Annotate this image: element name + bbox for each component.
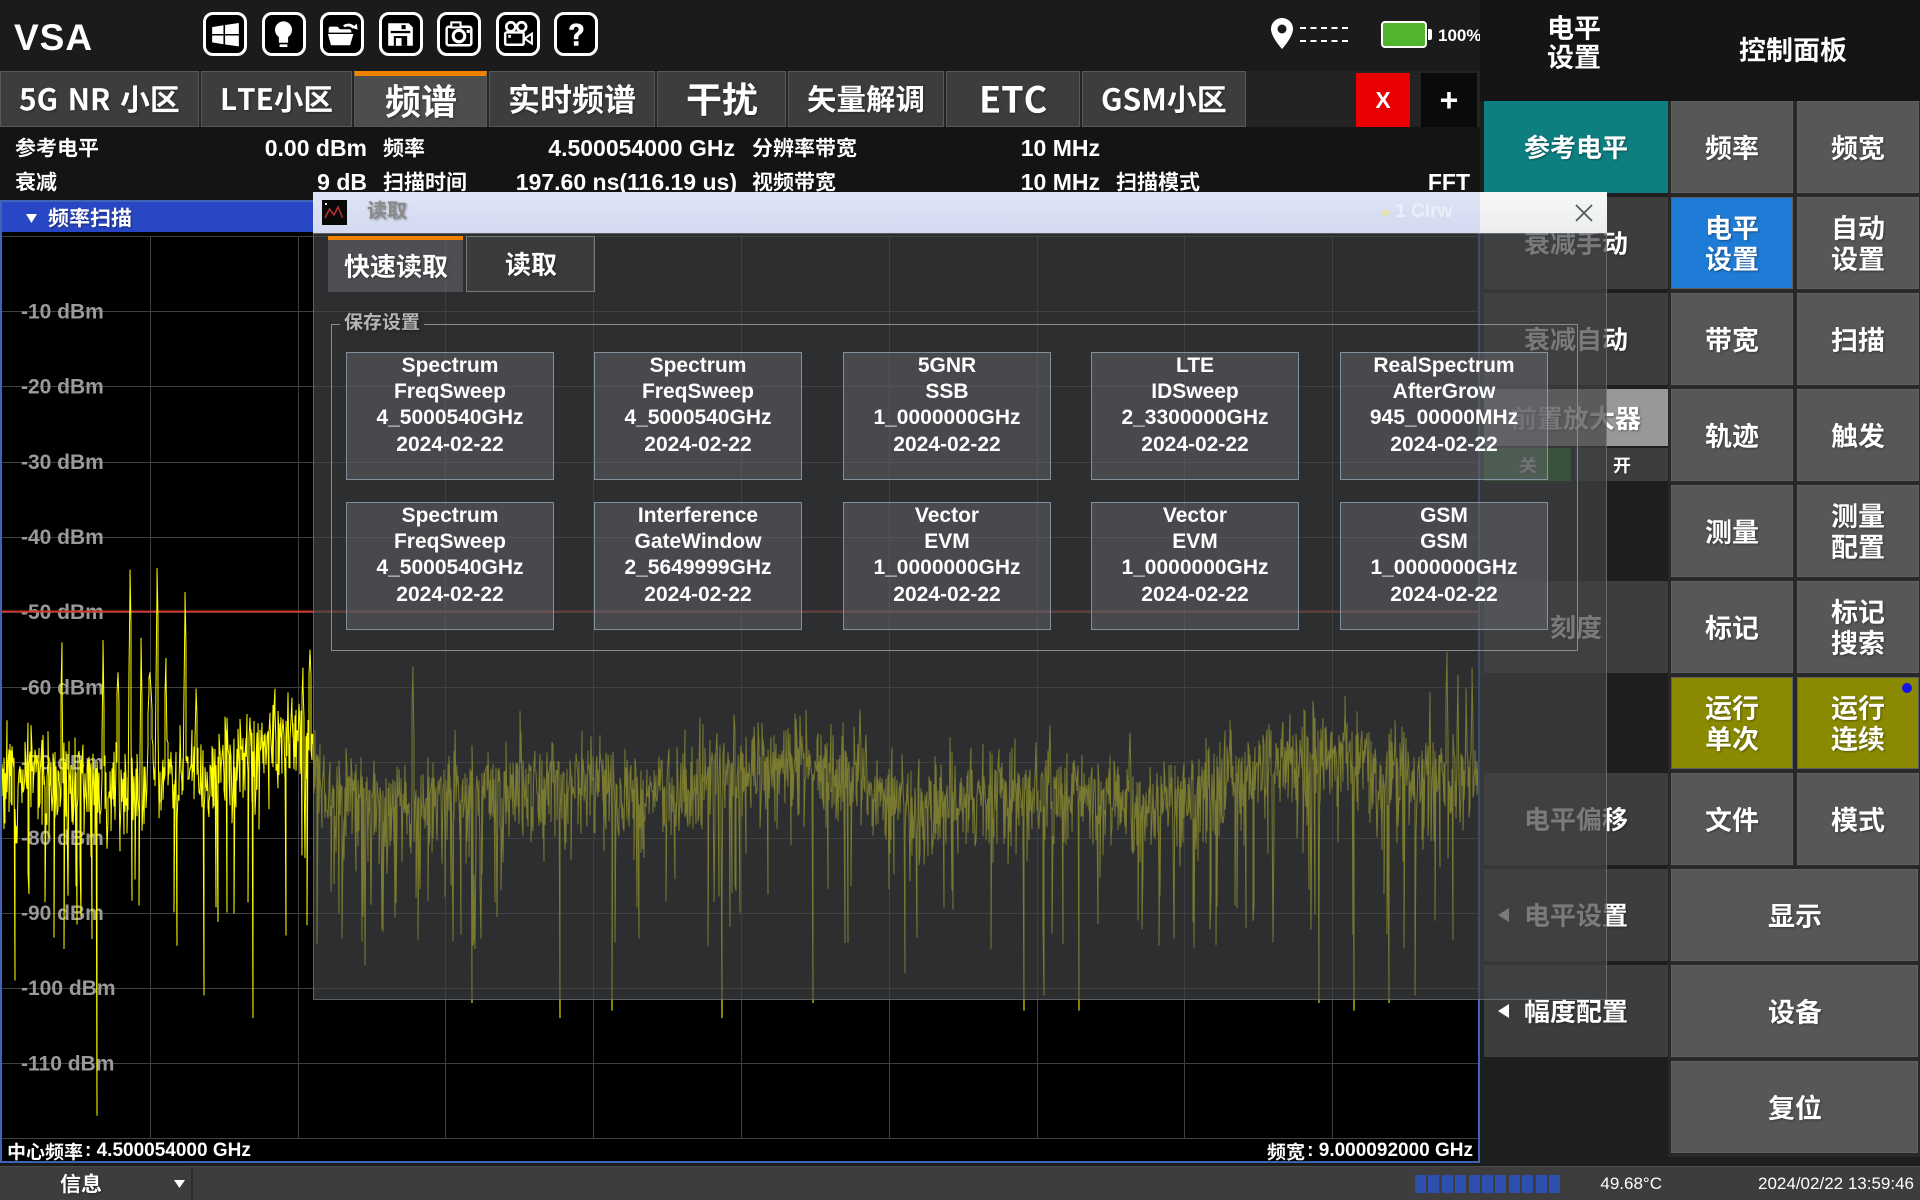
svg-text:-50 dBm: -50 dBm (21, 601, 104, 624)
svg-text:-40 dBm: -40 dBm (21, 526, 104, 549)
svg-text:-30 dBm: -30 dBm (21, 451, 104, 474)
svg-text:-20 dBm: -20 dBm (21, 376, 104, 399)
svg-text:-110 dBm: -110 dBm (21, 1052, 114, 1075)
svg-text:-100 dBm: -100 dBm (21, 977, 116, 1000)
svg-text:-10 dBm: -10 dBm (21, 300, 104, 323)
